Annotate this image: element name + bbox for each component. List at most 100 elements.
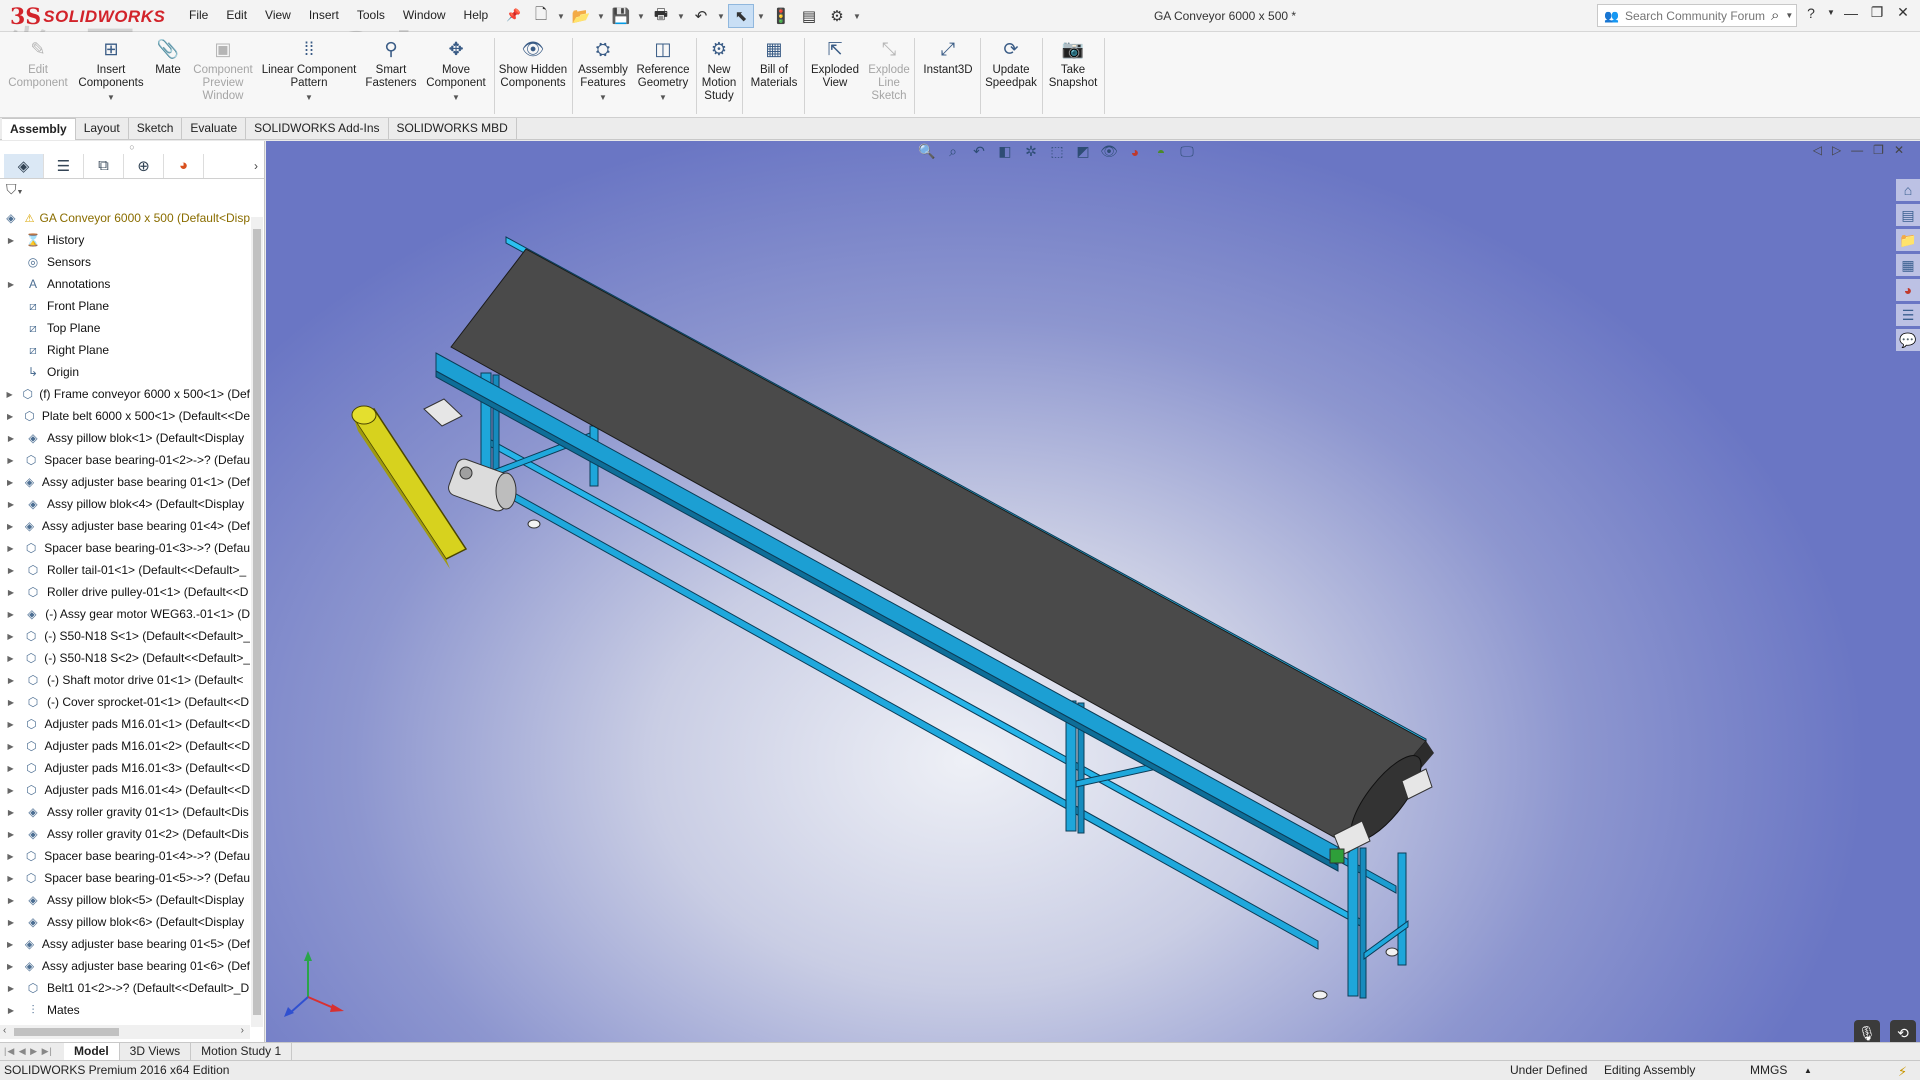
expand-arrow-icon[interactable]: ▶ <box>6 830 16 839</box>
explode-line-sketch-button[interactable]: ⤡ Explode Line Sketch <box>866 36 912 103</box>
expand-arrow-icon[interactable]: ▶ <box>6 632 15 641</box>
linear-pattern-button[interactable]: ⁞⁞ Linear Component Pattern ▼ <box>260 36 358 104</box>
options-dropdown-icon[interactable]: ▼ <box>852 12 862 21</box>
expand-arrow-icon[interactable]: ▶ <box>6 478 14 487</box>
expand-arrow-icon[interactable]: ▶ <box>6 588 16 597</box>
app-logo[interactable]: 3S SOLIDWORKS <box>10 4 165 30</box>
tree-item[interactable]: ▶ ⬡ Adjuster pads M16.01<2> (Default<<D <box>0 735 250 757</box>
move-component-dropdown-icon[interactable]: ▼ <box>452 91 460 104</box>
dimxpert-tab-icon[interactable]: ⊕ <box>124 153 164 178</box>
open-folder-icon[interactable]: 📂 <box>568 4 594 28</box>
tree-item[interactable]: ▶ ◈ Assy pillow blok<6> (Default<Display <box>0 911 250 933</box>
instant3d-button[interactable]: ⤢ Instant3D <box>918 36 978 77</box>
search-input[interactable] <box>1624 8 1765 23</box>
print-icon[interactable]: 🖶 <box>648 4 674 28</box>
panel-expand-chevron-icon[interactable]: › <box>254 159 258 173</box>
smart-fasteners-button[interactable]: ⚲ Smart Fasteners <box>362 36 420 90</box>
tree-item[interactable]: ▶ ⬡ (f) Frame conveyor 6000 x 500<1> (Def <box>0 383 250 405</box>
tree-item[interactable]: ⧄ Front Plane <box>0 295 250 317</box>
tab-layout[interactable]: Layout <box>76 118 129 140</box>
exploded-view-button[interactable]: ⇱ Exploded View <box>808 36 862 90</box>
tree-item[interactable]: ▶ ⬡ Spacer base bearing-01<4>->? (Defau <box>0 845 250 867</box>
bill-of-materials-button[interactable]: ▦ Bill of Materials <box>746 36 802 90</box>
save-icon[interactable]: 💾 <box>608 4 634 28</box>
tree-item[interactable]: ▶ ⫶ Mates <box>0 999 250 1018</box>
help-icon[interactable]: ? <box>1800 5 1822 21</box>
undo-dropdown-icon[interactable]: ▼ <box>716 12 726 21</box>
tab-model[interactable]: Model <box>64 1043 120 1060</box>
custom-properties-icon[interactable]: ☰ <box>1896 304 1920 326</box>
expand-arrow-icon[interactable]: ▶ <box>6 610 15 619</box>
take-snapshot-button[interactable]: 📷 Take Snapshot <box>1046 36 1100 90</box>
tree-root-assembly[interactable]: ◈ ⚠ GA Conveyor 6000 x 500 (Default<Disp <box>0 207 250 229</box>
tree-item[interactable]: ▶ ⬡ Spacer base bearing-01<3>->? (Defau <box>0 537 250 559</box>
solidworks-forum-icon[interactable]: 💬 <box>1896 329 1920 351</box>
assembly-features-dropdown-icon[interactable]: ▼ <box>599 91 607 104</box>
new-motion-study-button[interactable]: ⚙ New Motion Study <box>700 36 738 103</box>
tree-item[interactable]: ▶ ⬡ Roller drive pulley-01<1> (Default<<D <box>0 581 250 603</box>
tree-item[interactable]: ↳ Origin <box>0 361 250 383</box>
graphics-area[interactable]: 🔍 ⌕ ↶ ◧ ✲ ⬚ ◩ 👁 ◕ ◓ 🖵 ◁ ▷ — ❐ ✕ ⌂ ▤ 📁 ▦ … <box>266 141 1920 1050</box>
tab-sketch[interactable]: Sketch <box>129 118 183 140</box>
tree-item[interactable]: ▶ ◈ Assy pillow blok<4> (Default<Display <box>0 493 250 515</box>
file-explorer-icon[interactable]: 📁 <box>1896 229 1920 251</box>
expand-arrow-icon[interactable]: ▶ <box>6 654 15 663</box>
configuration-manager-tab-icon[interactable]: ⧉ <box>84 153 124 178</box>
menu-edit[interactable]: Edit <box>217 8 256 22</box>
expand-arrow-icon[interactable]: ▶ <box>6 698 16 707</box>
expand-arrow-icon[interactable]: ▶ <box>6 1006 16 1015</box>
expand-arrow-icon[interactable]: ▶ <box>6 676 16 685</box>
tree-item[interactable]: ▶ ◈ Assy pillow blok<5> (Default<Display <box>0 889 250 911</box>
appearances-scenes-icon[interactable]: ◕ <box>1896 279 1920 301</box>
tree-item[interactable]: ▶ ⬡ (-) S50-N18 S<2> (Default<<Default>_ <box>0 647 250 669</box>
expand-arrow-icon[interactable]: ▶ <box>6 390 13 399</box>
file-properties-icon[interactable]: ▤ <box>796 4 822 28</box>
tree-item[interactable]: ▶ ◈ Assy adjuster base bearing 01<1> (Def <box>0 471 250 493</box>
new-dropdown-icon[interactable]: ▼ <box>556 12 566 21</box>
print-dropdown-icon[interactable]: ▼ <box>676 12 686 21</box>
tree-item[interactable]: ▶ ⬡ Adjuster pads M16.01<3> (Default<<D <box>0 757 250 779</box>
new-document-icon[interactable]: 🗋 <box>528 4 554 28</box>
tab-addins[interactable]: SOLIDWORKS Add-Ins <box>246 118 389 140</box>
tree-item[interactable]: ▶ ⬡ Adjuster pads M16.01<4> (Default<<D <box>0 779 250 801</box>
menu-tools[interactable]: Tools <box>348 8 394 22</box>
tab-assembly[interactable]: Assembly <box>2 118 76 140</box>
tree-item[interactable]: ◎ Sensors <box>0 251 250 273</box>
tab-navigation-arrows[interactable]: |◀ ◀ ▶ ▶| <box>0 1043 64 1060</box>
tree-item[interactable]: ▶ ◈ Assy adjuster base bearing 01<5> (Def <box>0 933 250 955</box>
tree-horizontal-scrollbar[interactable]: ‹ › <box>0 1025 250 1039</box>
design-library-icon[interactable]: ▤ <box>1896 204 1920 226</box>
insert-components-dropdown-icon[interactable]: ▼ <box>107 91 115 104</box>
expand-arrow-icon[interactable]: ▶ <box>6 412 14 421</box>
expand-arrow-icon[interactable]: ▶ <box>6 764 15 773</box>
reference-geometry-dropdown-icon[interactable]: ▼ <box>659 91 667 104</box>
tree-item[interactable]: ▶ ⬡ Spacer base bearing-01<5>->? (Defau <box>0 867 250 889</box>
show-hidden-components-button[interactable]: 👁 Show Hidden Components <box>498 36 568 90</box>
tree-item[interactable]: ▶ ⬡ Adjuster pads M16.01<1> (Default<<D <box>0 713 250 735</box>
assembly-features-button[interactable]: ⛭ Assembly Features ▼ <box>576 36 630 104</box>
tree-item[interactable]: ▶ ⬡ (-) Cover sprocket-01<1> (Default<<D <box>0 691 250 713</box>
tree-filter-icon[interactable]: ⛉▼ <box>0 179 264 199</box>
scroll-right-icon[interactable]: › <box>241 1025 244 1036</box>
expand-arrow-icon[interactable]: ▶ <box>6 896 16 905</box>
expand-arrow-icon[interactable]: ▶ <box>6 742 15 751</box>
linear-pattern-dropdown-icon[interactable]: ▼ <box>305 91 313 104</box>
tree-item[interactable]: ▶ ◈ Assy roller gravity 01<1> (Default<Dis <box>0 801 250 823</box>
mate-button[interactable]: 📎 Mate <box>150 36 186 77</box>
menu-help[interactable]: Help <box>455 8 498 22</box>
save-dropdown-icon[interactable]: ▼ <box>636 12 646 21</box>
search-dropdown-icon[interactable]: ▼ <box>1785 11 1793 20</box>
options-gear-icon[interactable]: ⚙ <box>824 4 850 28</box>
tree-item[interactable]: ▶ A Annotations <box>0 273 250 295</box>
tab-evaluate[interactable]: Evaluate <box>182 118 247 140</box>
expand-arrow-icon[interactable]: ▶ <box>6 456 15 465</box>
expand-arrow-icon[interactable]: ▶ <box>6 236 16 245</box>
search-box[interactable]: 👥 ⌕ ▼ <box>1597 4 1797 27</box>
expand-arrow-icon[interactable]: ▶ <box>6 874 15 883</box>
select-arrow-icon[interactable]: ⬉ <box>728 4 754 28</box>
tree-item[interactable]: ⧄ Top Plane <box>0 317 250 339</box>
minimize-icon[interactable]: — <box>1840 5 1862 21</box>
insert-components-button[interactable]: ⊞ Insert Components ▼ <box>76 36 146 104</box>
units-selector[interactable]: MMGS <box>1750 1061 1787 1080</box>
expand-arrow-icon[interactable]: ▶ <box>6 500 16 509</box>
